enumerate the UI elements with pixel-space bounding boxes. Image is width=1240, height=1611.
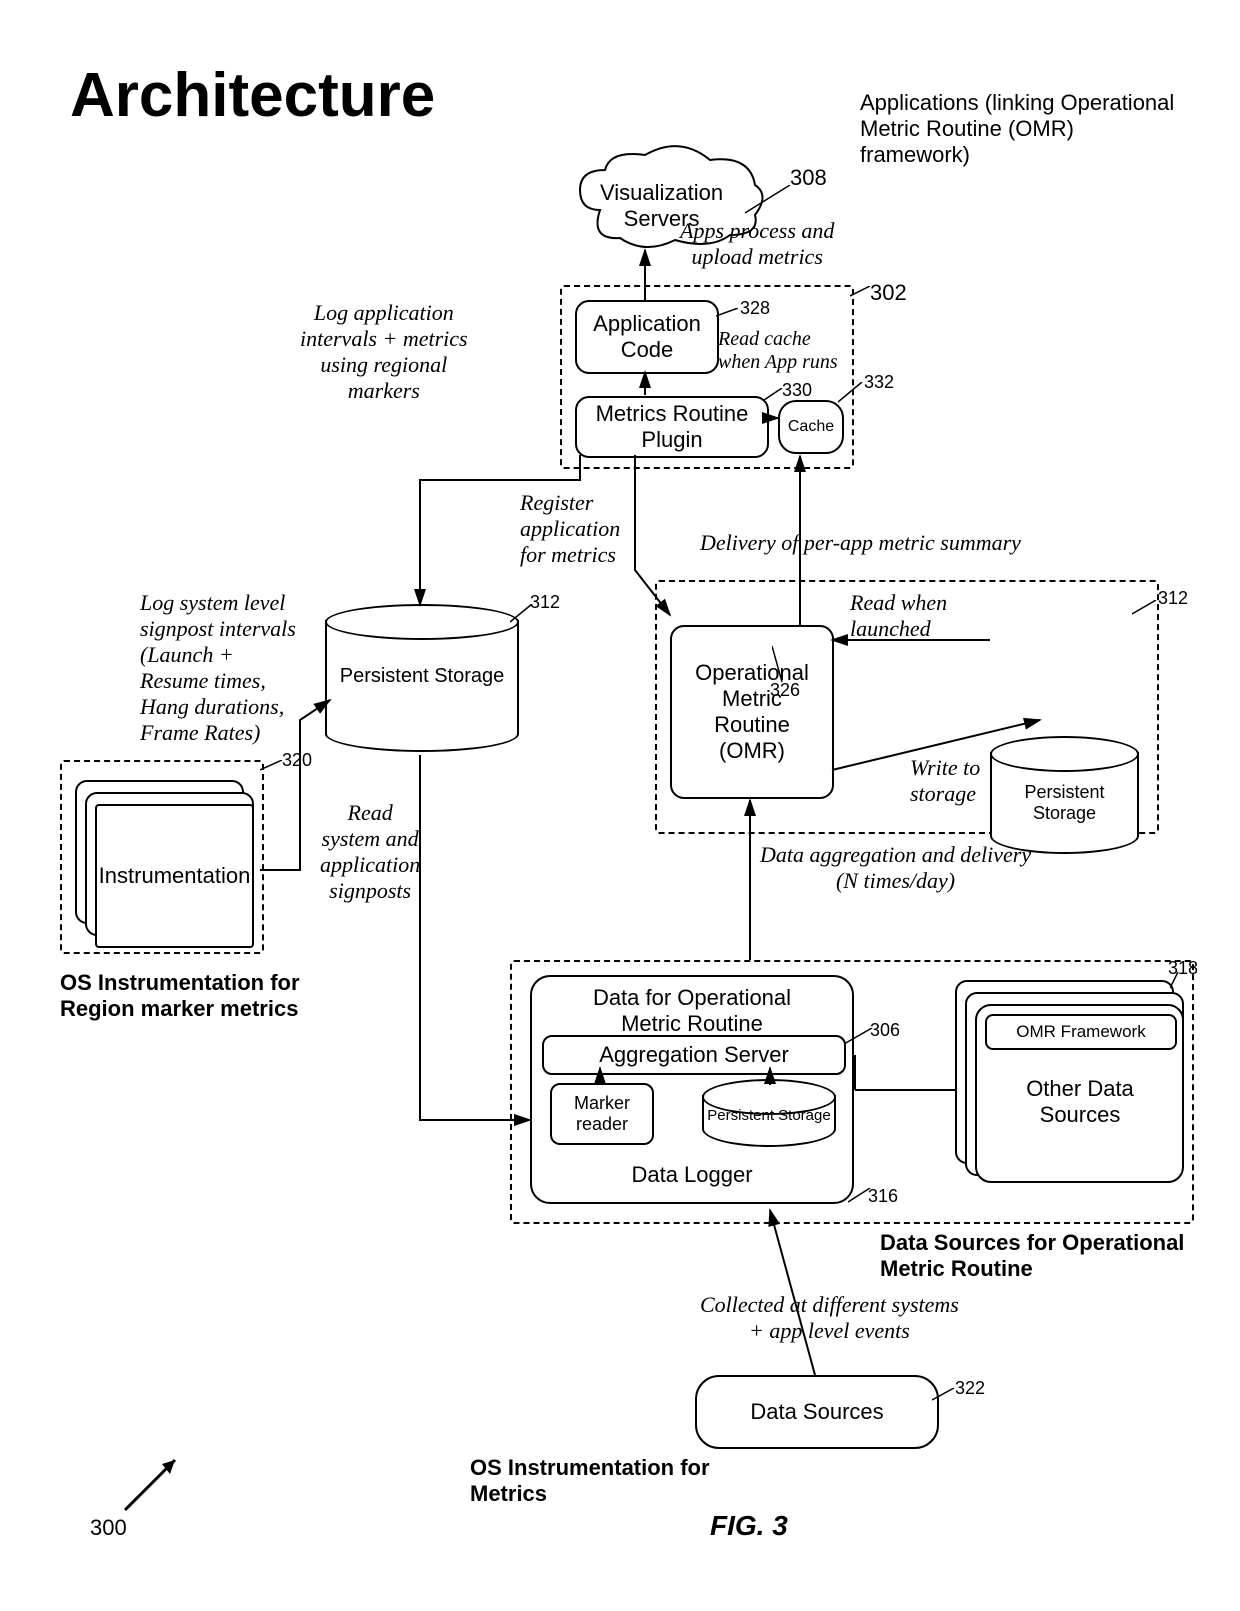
- instrumentation-label: Instrumentation: [99, 863, 251, 889]
- bottom-data-sources: Data Sources: [695, 1375, 939, 1449]
- data-sources-caption: Data Sources for Operational Metric Rout…: [880, 1230, 1184, 1282]
- ps-left-label: Persistent Storage: [327, 665, 517, 688]
- cache-label: Cache: [788, 418, 834, 436]
- data-for-omr: Data for Operational Metric Routine: [544, 985, 840, 1037]
- read-cache-note: Read cache when App runs: [718, 328, 838, 374]
- ref-320: 320: [282, 750, 312, 771]
- log-app-note: Log application intervals + metrics usin…: [300, 300, 468, 404]
- server-box: Data for Operational Metric Routine Aggr…: [530, 975, 854, 1204]
- marker-reader-label: Marker reader: [574, 1093, 630, 1135]
- ref-308: 308: [790, 165, 827, 191]
- ps-right-label: Persistent Storage: [992, 782, 1137, 824]
- aggregation-note: Data aggregation and delivery (N times/d…: [760, 842, 1031, 894]
- summary-note: Delivery of per-app metric summary: [700, 530, 1021, 556]
- ref-326: 326: [770, 680, 800, 701]
- plugin-label: Metrics Routine Plugin: [596, 401, 749, 453]
- ref-302: 302: [870, 280, 907, 306]
- arrow-300-icon: [120, 1450, 200, 1520]
- ref-328: 328: [740, 298, 770, 319]
- ref-330: 330: [782, 380, 812, 401]
- ref-306: 306: [870, 1020, 900, 1041]
- diagram-title: Architecture: [70, 60, 435, 131]
- persistent-storage-left: Persistent Storage: [325, 620, 519, 752]
- ref-312-left: 312: [530, 592, 560, 613]
- omr-box: Operational Metric Routine (OMR): [670, 625, 834, 799]
- cache-box: Cache: [778, 400, 844, 454]
- plugin-box: Metrics Routine Plugin: [575, 396, 769, 458]
- marker-reader-box: Marker reader: [550, 1083, 654, 1145]
- mini-storage-label: Persistent Storage: [704, 1107, 834, 1124]
- figure-label: FIG. 3: [710, 1510, 788, 1542]
- read-signposts-note: Read system and application signposts: [320, 800, 420, 904]
- omr-label: Operational Metric Routine (OMR): [695, 660, 809, 764]
- agg-server-label: Aggregation Server: [599, 1042, 789, 1068]
- upload-note: Apps process and upload metrics: [680, 218, 834, 270]
- read-when-launched: Read when launched: [850, 590, 947, 642]
- log-sys-note: Log system level signpost intervals (Lau…: [140, 590, 296, 746]
- ref-316: 316: [868, 1186, 898, 1207]
- persistent-storage-right: Persistent Storage: [990, 752, 1139, 854]
- app-code-box: Application Code: [575, 300, 719, 374]
- ref-322: 322: [955, 1378, 985, 1399]
- fw-top-box: OMR Framework: [985, 1014, 1177, 1050]
- collected-note: Collected at different systems + app lev…: [700, 1292, 959, 1344]
- fw-top-label: OMR Framework: [1016, 1022, 1145, 1042]
- register-note: Register application for metrics: [520, 490, 620, 568]
- ref-332: 332: [864, 372, 894, 393]
- instrumentation-caption: OS Instrumentation for Region marker met…: [60, 970, 300, 1022]
- ref-312-right: 312: [1158, 588, 1188, 609]
- agg-server-box: Aggregation Server: [542, 1035, 846, 1075]
- app-code-label: Application Code: [593, 311, 701, 363]
- mini-storage: Persistent Storage: [702, 1095, 836, 1147]
- write-to-storage: Write to storage: [910, 755, 980, 807]
- fw-box: OMR Framework Other Data Sources: [975, 1004, 1184, 1183]
- bottom-caption: OS Instrumentation for Metrics: [470, 1455, 710, 1507]
- bottom-ds-label: Data Sources: [750, 1399, 883, 1425]
- fw-bottom-label: Other Data Sources: [985, 1076, 1175, 1128]
- top-group-desc: Applications (linking Operational Metric…: [860, 90, 1174, 168]
- data-logger-label: Data Logger: [544, 1162, 840, 1188]
- diagram-canvas: Architecture Applications (linking Opera…: [0, 0, 1240, 1611]
- instrumentation-box: Instrumentation: [95, 804, 254, 948]
- ref-318: 318: [1168, 958, 1198, 979]
